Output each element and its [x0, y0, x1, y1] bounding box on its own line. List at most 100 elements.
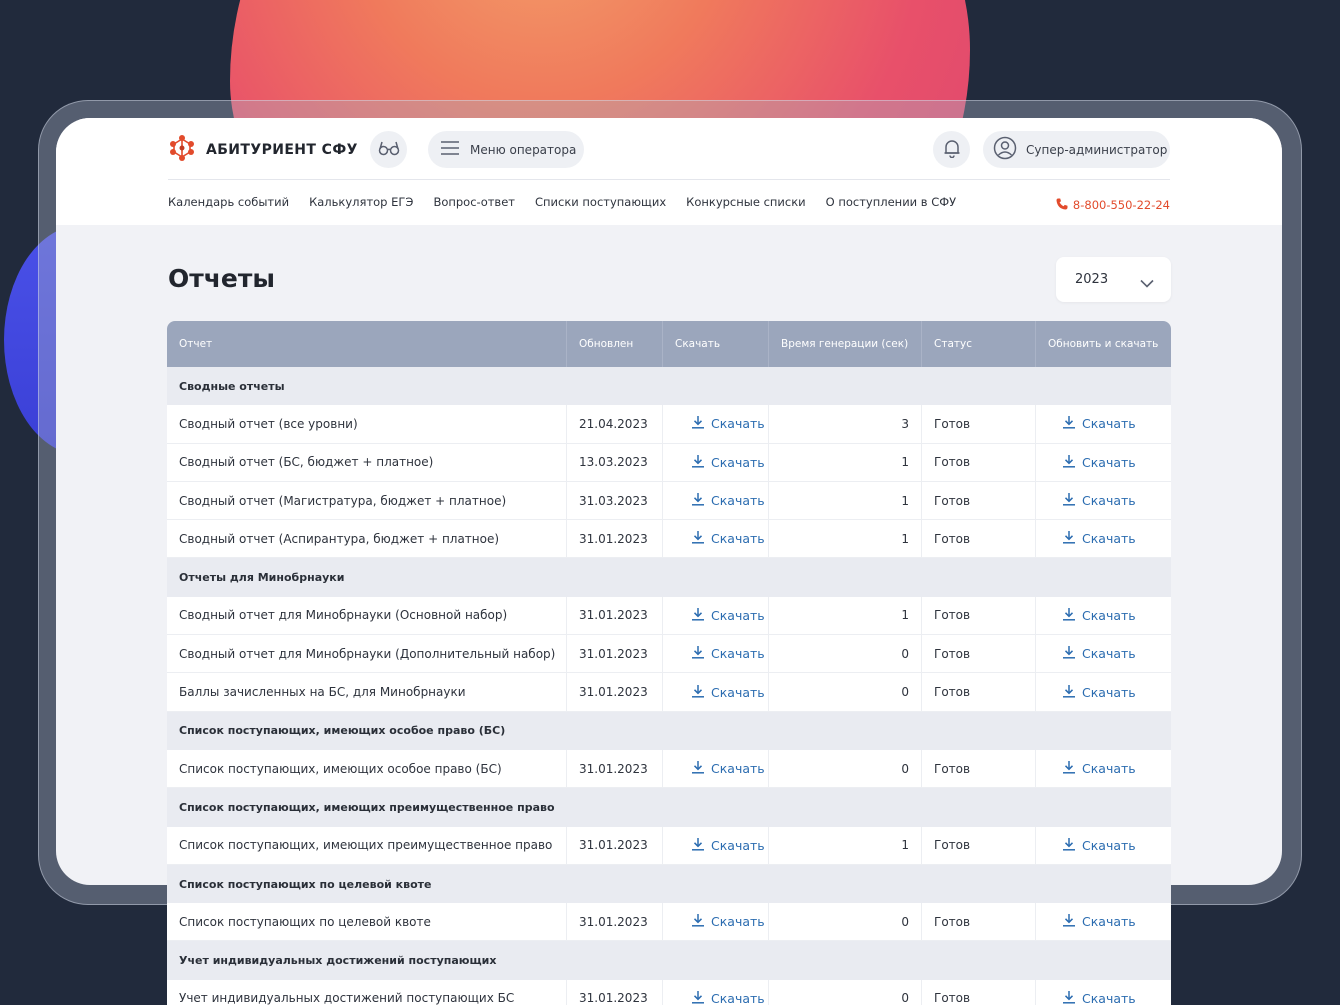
refresh-download-cell: Скачать — [1036, 482, 1171, 519]
download-link[interactable]: Скачать — [675, 492, 765, 509]
download-cell: Скачать — [663, 903, 769, 941]
download-icon — [691, 645, 705, 662]
refresh-download-label: Скачать — [1082, 454, 1136, 470]
report-status: Готов — [922, 481, 1036, 520]
download-link[interactable]: Скачать — [675, 607, 765, 624]
user-menu-button[interactable]: Супер-администратор — [983, 131, 1170, 168]
nav-ege-calculator[interactable]: Калькулятор ЕГЭ — [309, 195, 413, 209]
nav-admission-info[interactable]: О поступлении в СФУ — [826, 195, 957, 209]
refresh-download-link[interactable]: Скачать — [1048, 990, 1136, 1005]
report-status: Готов — [922, 635, 1036, 673]
report-updated: 31.01.2023 — [567, 826, 663, 864]
report-name: Список поступающих, имеющих особое право… — [167, 749, 567, 788]
report-updated: 31.01.2023 — [567, 749, 663, 788]
download-label: Скачать — [711, 531, 765, 547]
download-link[interactable]: Скачать — [675, 837, 765, 854]
refresh-download-link[interactable]: Скачать — [1048, 530, 1136, 547]
logo[interactable]: АБИТУРИЕНТ СФУ — [168, 134, 358, 166]
table-group-header: Сводные отчеты — [167, 367, 1171, 406]
refresh-download-link[interactable]: Скачать — [1048, 454, 1136, 471]
refresh-download-link[interactable]: Скачать — [1048, 837, 1136, 854]
table-row: Баллы зачисленных на БС, для Минобрнауки… — [167, 673, 1171, 712]
main-nav: Календарь событий Калькулятор ЕГЭ Вопрос… — [168, 195, 956, 209]
phone-number: 8-800-550-22-24 — [1072, 197, 1170, 212]
table-row: Сводный отчет (все уровни) 21.04.2023 Скач… — [167, 405, 1171, 444]
download-label: Скачать — [711, 684, 765, 700]
nav-events-calendar[interactable]: Календарь событий — [168, 195, 289, 209]
refresh-download-link[interactable]: Скачать — [1048, 607, 1136, 624]
page-title: Отчеты — [168, 264, 275, 293]
refresh-download-label: Скачать — [1082, 837, 1136, 853]
refresh-download-label: Скачать — [1082, 607, 1136, 623]
download-icon — [1062, 492, 1076, 509]
download-link[interactable]: Скачать — [675, 530, 765, 547]
refresh-download-link[interactable]: Скачать — [1048, 645, 1136, 662]
download-link[interactable]: Скачать — [675, 990, 765, 1005]
logo-text: АБИТУРИЕНТ СФУ — [206, 142, 358, 158]
download-cell: Скачать — [663, 405, 769, 443]
report-status: Готов — [922, 749, 1036, 788]
download-icon — [691, 913, 705, 930]
download-cell: Скачать — [663, 673, 769, 711]
year-select[interactable]: 2023 — [1056, 257, 1171, 302]
nav-applicant-lists[interactable]: Списки поступающих — [535, 195, 666, 209]
download-link[interactable]: Скачать — [675, 913, 765, 930]
table-group-header: Отчеты для Минобрнауки — [167, 558, 1171, 597]
refresh-download-link[interactable]: Скачать — [1048, 492, 1136, 509]
table-row: Список поступающих, имеющих преимуществе… — [167, 826, 1171, 865]
refresh-download-cell: Скачать — [1036, 750, 1171, 787]
download-label: Скачать — [711, 607, 765, 623]
download-icon — [691, 760, 705, 777]
generation-time: 3 — [769, 405, 922, 443]
download-label: Скачать — [711, 416, 765, 432]
download-link[interactable]: Скачать — [675, 415, 765, 432]
refresh-download-link[interactable]: Скачать — [1048, 684, 1136, 701]
refresh-download-link[interactable]: Скачать — [1048, 760, 1136, 777]
reports-table: Отчет Обновлен Скачать Время генерации (… — [167, 321, 1171, 1005]
operator-menu-label: Меню оператора — [470, 142, 577, 157]
report-status: Готов — [922, 443, 1036, 481]
generation-time: 1 — [769, 596, 922, 635]
column-header-updated: Обновлен — [567, 321, 663, 367]
report-name: Сводный отчет (все уровни) — [167, 405, 567, 443]
download-link[interactable]: Скачать — [675, 645, 765, 662]
report-status: Готов — [922, 979, 1036, 1005]
refresh-download-label: Скачать — [1082, 914, 1136, 930]
table-body: Сводные отчеты Сводный отчет (все уровни)… — [167, 367, 1171, 1005]
download-icon — [1062, 645, 1076, 662]
operator-menu-button[interactable]: Меню оператора — [428, 131, 584, 168]
molecule-logo-icon — [168, 134, 196, 166]
notifications-button[interactable] — [933, 131, 970, 168]
download-label: Скачать — [711, 837, 765, 853]
table-group-header: Учет индивидуальных достижений поступающ… — [167, 941, 1171, 980]
download-link[interactable]: Скачать — [675, 454, 765, 471]
download-icon — [691, 607, 705, 624]
report-name: Список поступающих, имеющих преимуществе… — [167, 826, 567, 864]
download-link[interactable]: Скачать — [675, 760, 765, 777]
refresh-download-cell: Скачать — [1036, 520, 1171, 557]
column-header-status: Статус — [922, 321, 1036, 367]
generation-time: 1 — [769, 520, 922, 558]
refresh-download-cell: Скачать — [1036, 444, 1171, 481]
report-status: Готов — [922, 520, 1036, 558]
phone-link[interactable]: 8-800-550-22-24 — [1056, 195, 1170, 214]
nav-competition-lists[interactable]: Конкурсные списки — [686, 195, 805, 209]
table-group-header: Список поступающих, имеющих особое право… — [167, 711, 1171, 750]
refresh-download-cell: Скачать — [1036, 673, 1171, 710]
download-label: Скачать — [711, 761, 765, 777]
nav-faq[interactable]: Вопрос-ответ — [433, 195, 515, 209]
accessibility-button[interactable] — [370, 131, 407, 168]
download-cell: Скачать — [663, 443, 769, 481]
download-icon — [1062, 760, 1076, 777]
refresh-download-label: Скачать — [1082, 493, 1136, 509]
download-link[interactable]: Скачать — [675, 684, 765, 701]
download-icon — [1062, 913, 1076, 930]
download-icon — [691, 454, 705, 471]
refresh-download-link[interactable]: Скачать — [1048, 913, 1136, 930]
report-name: Сводный отчет (Аспирантура, бюджет + пла… — [167, 520, 567, 558]
refresh-download-link[interactable]: Скачать — [1048, 415, 1136, 432]
download-icon — [1062, 415, 1076, 432]
report-status: Готов — [922, 405, 1036, 443]
generation-time: 0 — [769, 979, 922, 1005]
download-icon — [691, 415, 705, 432]
